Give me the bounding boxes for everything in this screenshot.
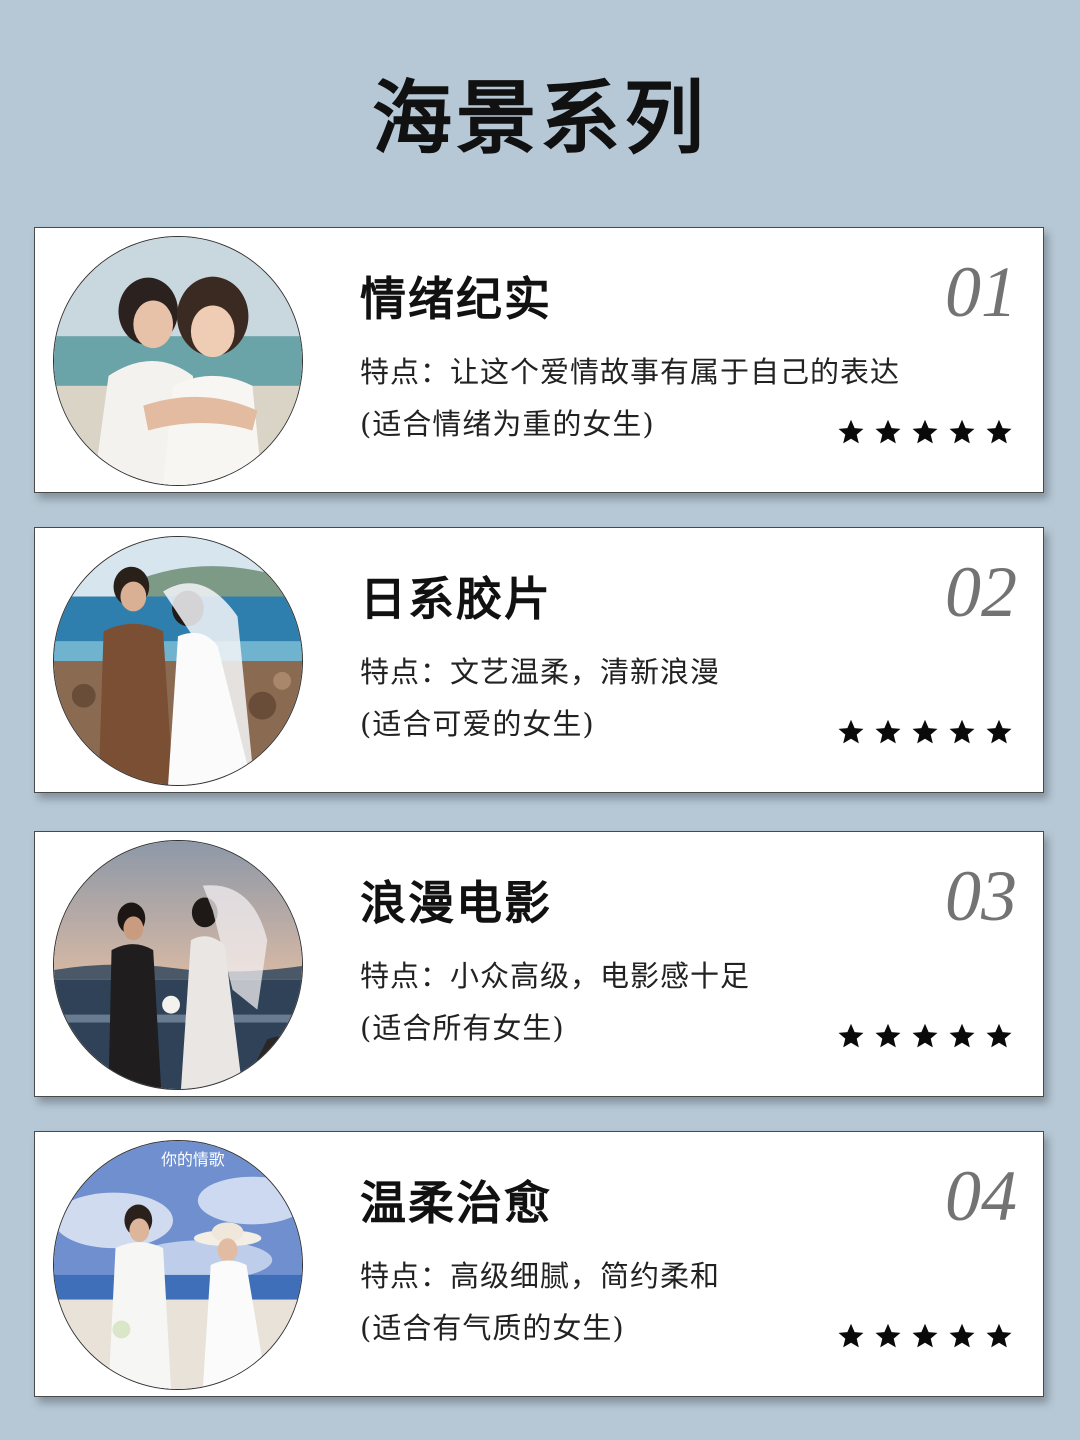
- star-icon: [838, 1023, 864, 1048]
- style-feature: 特点：文艺温柔，清新浪漫: [360, 655, 721, 689]
- star-icon: [986, 1023, 1012, 1048]
- photo-overlay-text: 你的情歌: [161, 1150, 225, 1169]
- couple-photo: [53, 236, 303, 486]
- style-suitable-for: (适合情绪为重的女生): [360, 407, 655, 441]
- style-card-2[interactable]: 日系胶片 02 特点：文艺温柔，清新浪漫 (适合可爱的女生): [34, 527, 1044, 793]
- star-rating: [837, 418, 1013, 446]
- star-icon: [949, 1323, 975, 1348]
- style-card-4[interactable]: 你的情歌 温柔治愈 04 特点：高级细腻，简约柔和 (适合有气质的女生): [34, 1131, 1044, 1397]
- star-rating: [837, 718, 1013, 746]
- star-icon: [838, 419, 864, 444]
- style-suitable-for: (适合可爱的女生): [360, 707, 595, 741]
- style-feature: 特点：高级细腻，简约柔和: [360, 1259, 721, 1293]
- page-title: 海景系列: [372, 71, 708, 165]
- star-rating: [837, 1322, 1013, 1350]
- star-icon: [875, 419, 901, 444]
- couple-photo: [53, 840, 303, 1090]
- style-number: 04: [945, 1156, 1017, 1236]
- style-suitable-for: (适合所有女生): [360, 1011, 565, 1045]
- star-icon: [838, 1323, 864, 1348]
- star-icon: [912, 419, 938, 444]
- style-feature: 特点：让这个爱情故事有属于自己的表达: [360, 355, 901, 389]
- style-number: 03: [945, 856, 1017, 936]
- star-icon: [949, 419, 975, 444]
- star-icon: [912, 1023, 938, 1048]
- style-name: 日系胶片: [360, 572, 552, 626]
- star-icon: [875, 1323, 901, 1348]
- style-number: 02: [945, 552, 1017, 632]
- star-icon: [912, 719, 938, 744]
- style-card-3[interactable]: 浪漫电影 03 特点：小众高级，电影感十足 (适合所有女生): [34, 831, 1044, 1097]
- couple-photo: [53, 536, 303, 786]
- style-name: 情绪纪实: [360, 272, 552, 326]
- style-name: 浪漫电影: [360, 876, 552, 930]
- star-rating: [837, 1022, 1013, 1050]
- star-icon: [986, 419, 1012, 444]
- star-icon: [875, 1023, 901, 1048]
- style-suitable-for: (适合有气质的女生): [360, 1311, 625, 1345]
- style-name: 温柔治愈: [360, 1176, 552, 1230]
- couple-photo: 你的情歌: [53, 1140, 303, 1390]
- style-number: 01: [945, 252, 1017, 332]
- star-icon: [949, 719, 975, 744]
- star-icon: [986, 1323, 1012, 1348]
- style-card-1[interactable]: 情绪纪实 01 特点：让这个爱情故事有属于自己的表达 (适合情绪为重的女生): [34, 227, 1044, 493]
- star-icon: [912, 1323, 938, 1348]
- star-icon: [949, 1023, 975, 1048]
- star-icon: [986, 719, 1012, 744]
- style-feature: 特点：小众高级，电影感十足: [360, 959, 751, 993]
- star-icon: [875, 719, 901, 744]
- star-icon: [838, 719, 864, 744]
